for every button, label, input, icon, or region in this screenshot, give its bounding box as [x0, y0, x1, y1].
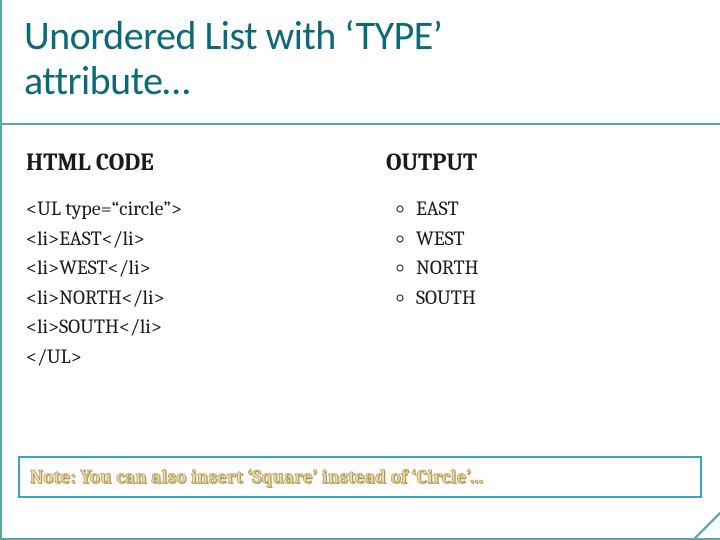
code-block: <UL type=“circle”> <li>EAST</li> <li>WES…: [26, 194, 334, 372]
title-line-2: attribute…: [24, 59, 696, 104]
code-line: </UL>: [26, 342, 334, 372]
right-heading: OUTPUT: [386, 148, 694, 176]
left-heading: HTML CODE: [26, 148, 334, 176]
code-line: <li>WEST</li>: [26, 253, 334, 283]
code-line: <li>NORTH</li>: [26, 283, 334, 313]
note-box: Note: You can also insert ‘Square’ inste…: [18, 456, 702, 498]
right-column: OUTPUT EAST WEST NORTH SOUTH: [360, 148, 720, 372]
code-line: <li>EAST</li>: [26, 224, 334, 254]
content-columns: HTML CODE <UL type=“circle”> <li>EAST</l…: [0, 148, 720, 372]
list-item: SOUTH: [416, 283, 694, 313]
slide-title: Unordered List with ‘TYPE’ attribute…: [0, 0, 720, 110]
left-column: HTML CODE <UL type=“circle”> <li>EAST</l…: [0, 148, 360, 372]
title-line-1: Unordered List with ‘TYPE’: [24, 14, 696, 59]
list-item: WEST: [416, 224, 694, 254]
slide: Unordered List with ‘TYPE’ attribute… HT…: [0, 0, 720, 540]
note-text: Note: You can also insert ‘Square’ inste…: [30, 466, 484, 488]
title-underline: [0, 123, 720, 125]
code-line: <UL type=“circle”>: [26, 194, 334, 224]
list-item: NORTH: [416, 253, 694, 283]
list-item: EAST: [416, 194, 694, 224]
code-line: <li>SOUTH</li>: [26, 312, 334, 342]
output-list: EAST WEST NORTH SOUTH: [386, 194, 694, 312]
corner-dogear-icon: [692, 512, 720, 540]
